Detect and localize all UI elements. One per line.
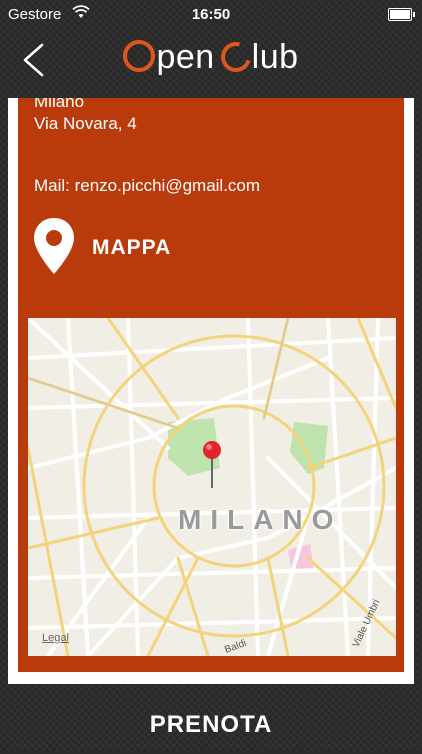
logo-word-1: pen: [156, 38, 215, 76]
clock: 16:50: [191, 6, 231, 23]
map-title: MAPPA: [92, 236, 172, 259]
app-logo: pen lub: [0, 36, 422, 78]
venue-address: Via Novara, 4: [34, 114, 137, 133]
street-label: Baldi: [223, 638, 248, 656]
venue-card: Milano Via Novara, 4 Mail: renzo.picchi@…: [8, 98, 414, 684]
logo-word-2: lub: [251, 38, 299, 76]
map-section-header: MAPPA: [32, 216, 332, 280]
location-pin-icon: [32, 216, 76, 276]
venue-mail[interactable]: Mail: renzo.picchi@gmail.com: [34, 176, 260, 196]
status-bar: Gestore 16:50: [0, 0, 422, 30]
venue-city: Milano: [34, 98, 85, 111]
book-button[interactable]: PRENOTA: [0, 696, 422, 750]
navigation-bar: pen lub: [0, 30, 422, 92]
venue-details-panel: Milano Via Novara, 4 Mail: renzo.picchi@…: [18, 98, 404, 672]
logo-ring-c-icon: [215, 36, 257, 78]
map-view[interactable]: Viale Umbri Baldi MILANO Legal: [28, 318, 396, 656]
map-city-label: MILANO: [178, 504, 343, 535]
map-marker-icon[interactable]: [202, 440, 226, 490]
logo-ring-o-icon: [123, 40, 156, 72]
battery-icon: [388, 8, 415, 21]
legal-link[interactable]: Legal: [42, 632, 69, 644]
